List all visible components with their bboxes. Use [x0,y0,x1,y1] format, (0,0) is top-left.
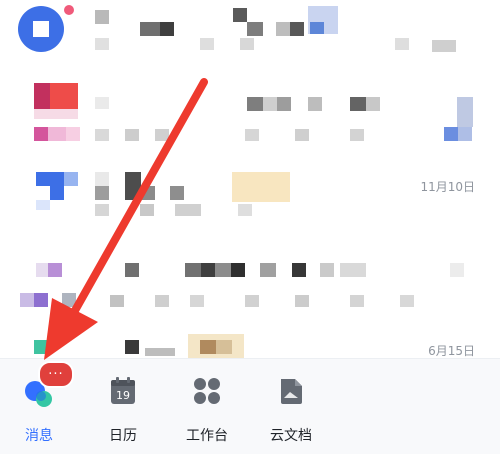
chat-list: 11月10日 6月15日 [0,0,500,360]
tab-calendar-label: 日历 [109,428,137,444]
grid-apps-icon [193,377,221,405]
tab-workplace-label: 工作台 [186,428,228,444]
chat-avatar [34,83,50,109]
tab-docs-label: 云文档 [270,428,312,444]
document-icon [278,377,304,405]
calendar-icon: 19 [110,377,136,405]
avatar-hole [33,21,49,37]
chat-row[interactable]: 6月15日 [0,330,500,360]
chat-avatar [34,340,48,354]
bottom-tab-bar: 消息 19 日历 工作台 云文档 [0,358,500,454]
tab-workplace[interactable]: 工作台 [172,373,242,444]
chat-avatar [36,172,50,186]
unread-dot [64,5,74,15]
chat-row[interactable] [0,75,500,155]
tab-docs[interactable]: 云文档 [256,373,326,444]
tab-messages-label: 消息 [25,428,53,444]
chat-avatar [48,263,62,277]
unread-badge: ··· [38,361,74,388]
calendar-day-number: 19 [116,389,130,402]
chat-row[interactable] [0,245,500,320]
chat-time: 11月10日 [420,180,475,194]
chat-row[interactable] [0,0,500,75]
chat-time: 6月15日 [428,344,475,358]
chat-row[interactable]: 11月10日 [0,160,500,240]
tab-calendar[interactable]: 19 日历 [88,373,158,444]
